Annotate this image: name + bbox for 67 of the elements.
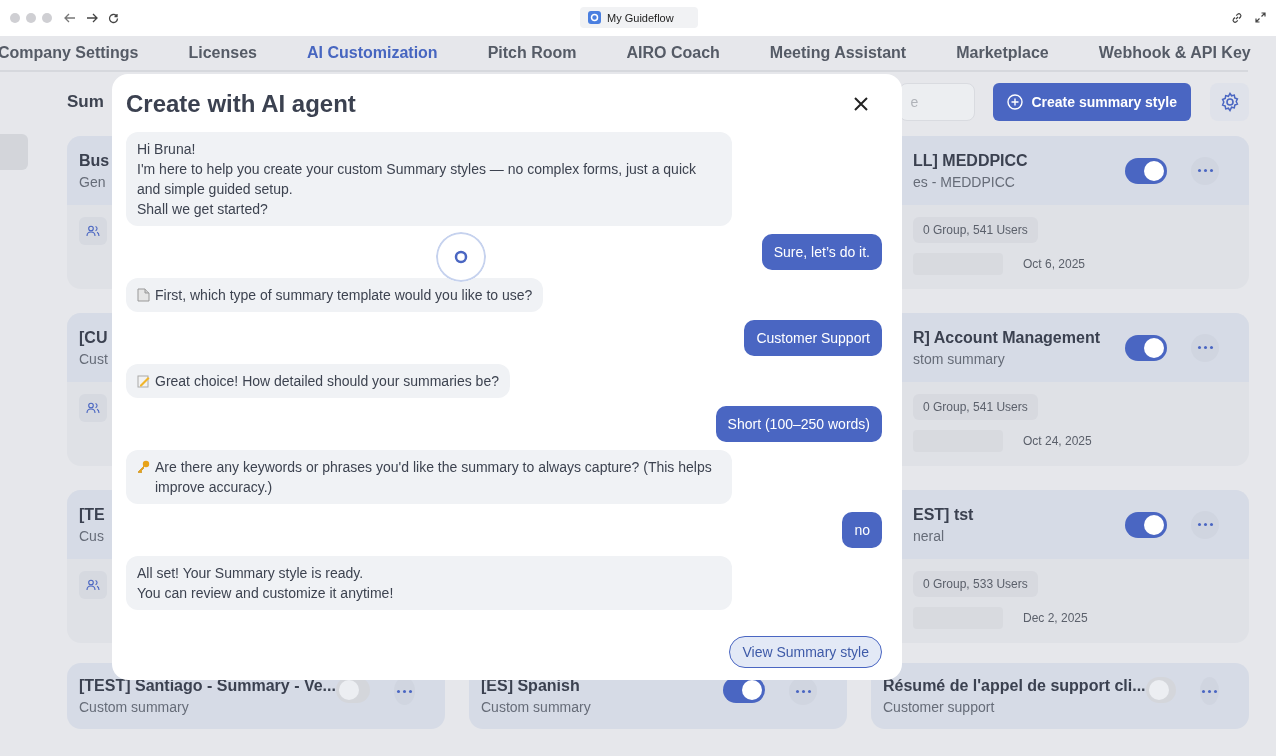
link-icon[interactable] — [1231, 12, 1243, 24]
settings-tab[interactable]: Webhook & API Key — [1098, 44, 1251, 62]
toggle-switch[interactable] — [1125, 511, 1167, 538]
card-title: [TE — [79, 505, 105, 524]
card-title: R] Account Management — [913, 328, 1100, 347]
expand-icon[interactable] — [1255, 12, 1266, 23]
user-message: Short (100–250 words) — [715, 406, 882, 442]
page-title: My Guideflow — [607, 11, 674, 24]
settings-tab[interactable]: AIRO Coach — [626, 44, 720, 62]
settings-tab[interactable]: Pitch Room — [487, 44, 577, 62]
card-subtitle: Custom summary — [481, 699, 591, 715]
card-title: Bus — [79, 151, 110, 170]
card-title: Résumé de l'appel de support cli... — [883, 677, 1146, 695]
card-date: Oct 24, 2025 — [1023, 434, 1092, 448]
assistant-message: Great choice! How detailed should your summaries be? — [126, 364, 510, 398]
card-subtitle: Gen — [79, 173, 106, 190]
loading-spinner-icon — [436, 232, 486, 282]
card-subtitle: Cust — [79, 350, 108, 367]
card-title: LL] MEDDPICC — [913, 151, 1028, 170]
memo-pencil-icon — [137, 374, 150, 388]
users-icon — [86, 578, 100, 592]
users-count: 0 Group, 533 Users — [913, 571, 1038, 597]
view-summary-style-button[interactable]: View Summary style — [729, 636, 882, 668]
assistant-message: Are there any keywords or phrases you'd like the summary to always capture? (This helps improve accuracy.) — [126, 450, 732, 504]
settings-tab[interactable]: Marketplace — [956, 44, 1049, 62]
key-icon — [137, 460, 150, 474]
settings-tab[interactable]: Meeting Assistant — [769, 44, 907, 62]
back-icon[interactable] — [64, 13, 76, 23]
more-options-button[interactable] — [1200, 677, 1219, 705]
card-date: Dec 2, 2025 — [1023, 611, 1088, 625]
card-subtitle: neral — [913, 527, 945, 544]
card-subtitle: Custom summary — [79, 699, 189, 715]
create-summary-style-button[interactable]: Create summary style — [993, 83, 1191, 121]
settings-button[interactable] — [1210, 83, 1249, 121]
card-subtitle: es - MEDDPICC — [913, 173, 1015, 190]
reload-icon[interactable] — [108, 12, 119, 24]
forward-icon[interactable] — [86, 13, 98, 23]
user-message: Customer Support — [744, 320, 882, 356]
user-message: Sure, let’s do it. — [761, 234, 882, 270]
assistant-message: First, which type of summary template would you like to use? — [126, 278, 544, 312]
toggle-switch[interactable] — [1125, 157, 1167, 184]
card-title: EST] tst — [913, 505, 974, 524]
app-logo-icon — [588, 11, 601, 24]
settings-icon — [1219, 92, 1240, 112]
assistant-message: Hi Bruna! I'm here to help you create your custom Summary styles — no complex forms, just a quick and simple guided setup. Shall we get started? — [126, 132, 732, 226]
settings-tab[interactable]: Licenses — [188, 44, 257, 62]
users-icon — [86, 224, 100, 238]
assistant-message: All set! Your Summary style is ready. You can review and customize it anytime! — [126, 556, 732, 610]
card-title: [TEST] Santiago - Summary - Ve... — [79, 677, 336, 695]
search-field[interactable]: e — [899, 83, 976, 121]
address-bar[interactable]: My Guideflow — [580, 7, 698, 28]
card-subtitle: Cus — [79, 527, 104, 544]
users-count: 0 Group, 541 Users — [913, 394, 1038, 420]
dialog-title: Create with AI agent — [126, 90, 356, 118]
section-heading: Sum — [67, 92, 104, 112]
user-message: no — [842, 512, 882, 548]
document-icon — [137, 288, 150, 302]
card-subtitle: stom summary — [913, 350, 1005, 367]
settings-tab[interactable]: AI Customization — [306, 44, 438, 62]
plus-circle-icon — [1007, 94, 1024, 110]
card-title: [CU — [79, 328, 108, 347]
users-count: 0 Group, 541 Users — [913, 217, 1038, 243]
card-subtitle: Customer support — [883, 699, 995, 715]
users-icon — [86, 401, 100, 415]
toggle-switch[interactable] — [1145, 677, 1176, 703]
toggle-switch[interactable] — [1125, 334, 1167, 361]
card-date: Oct 6, 2025 — [1023, 257, 1086, 271]
